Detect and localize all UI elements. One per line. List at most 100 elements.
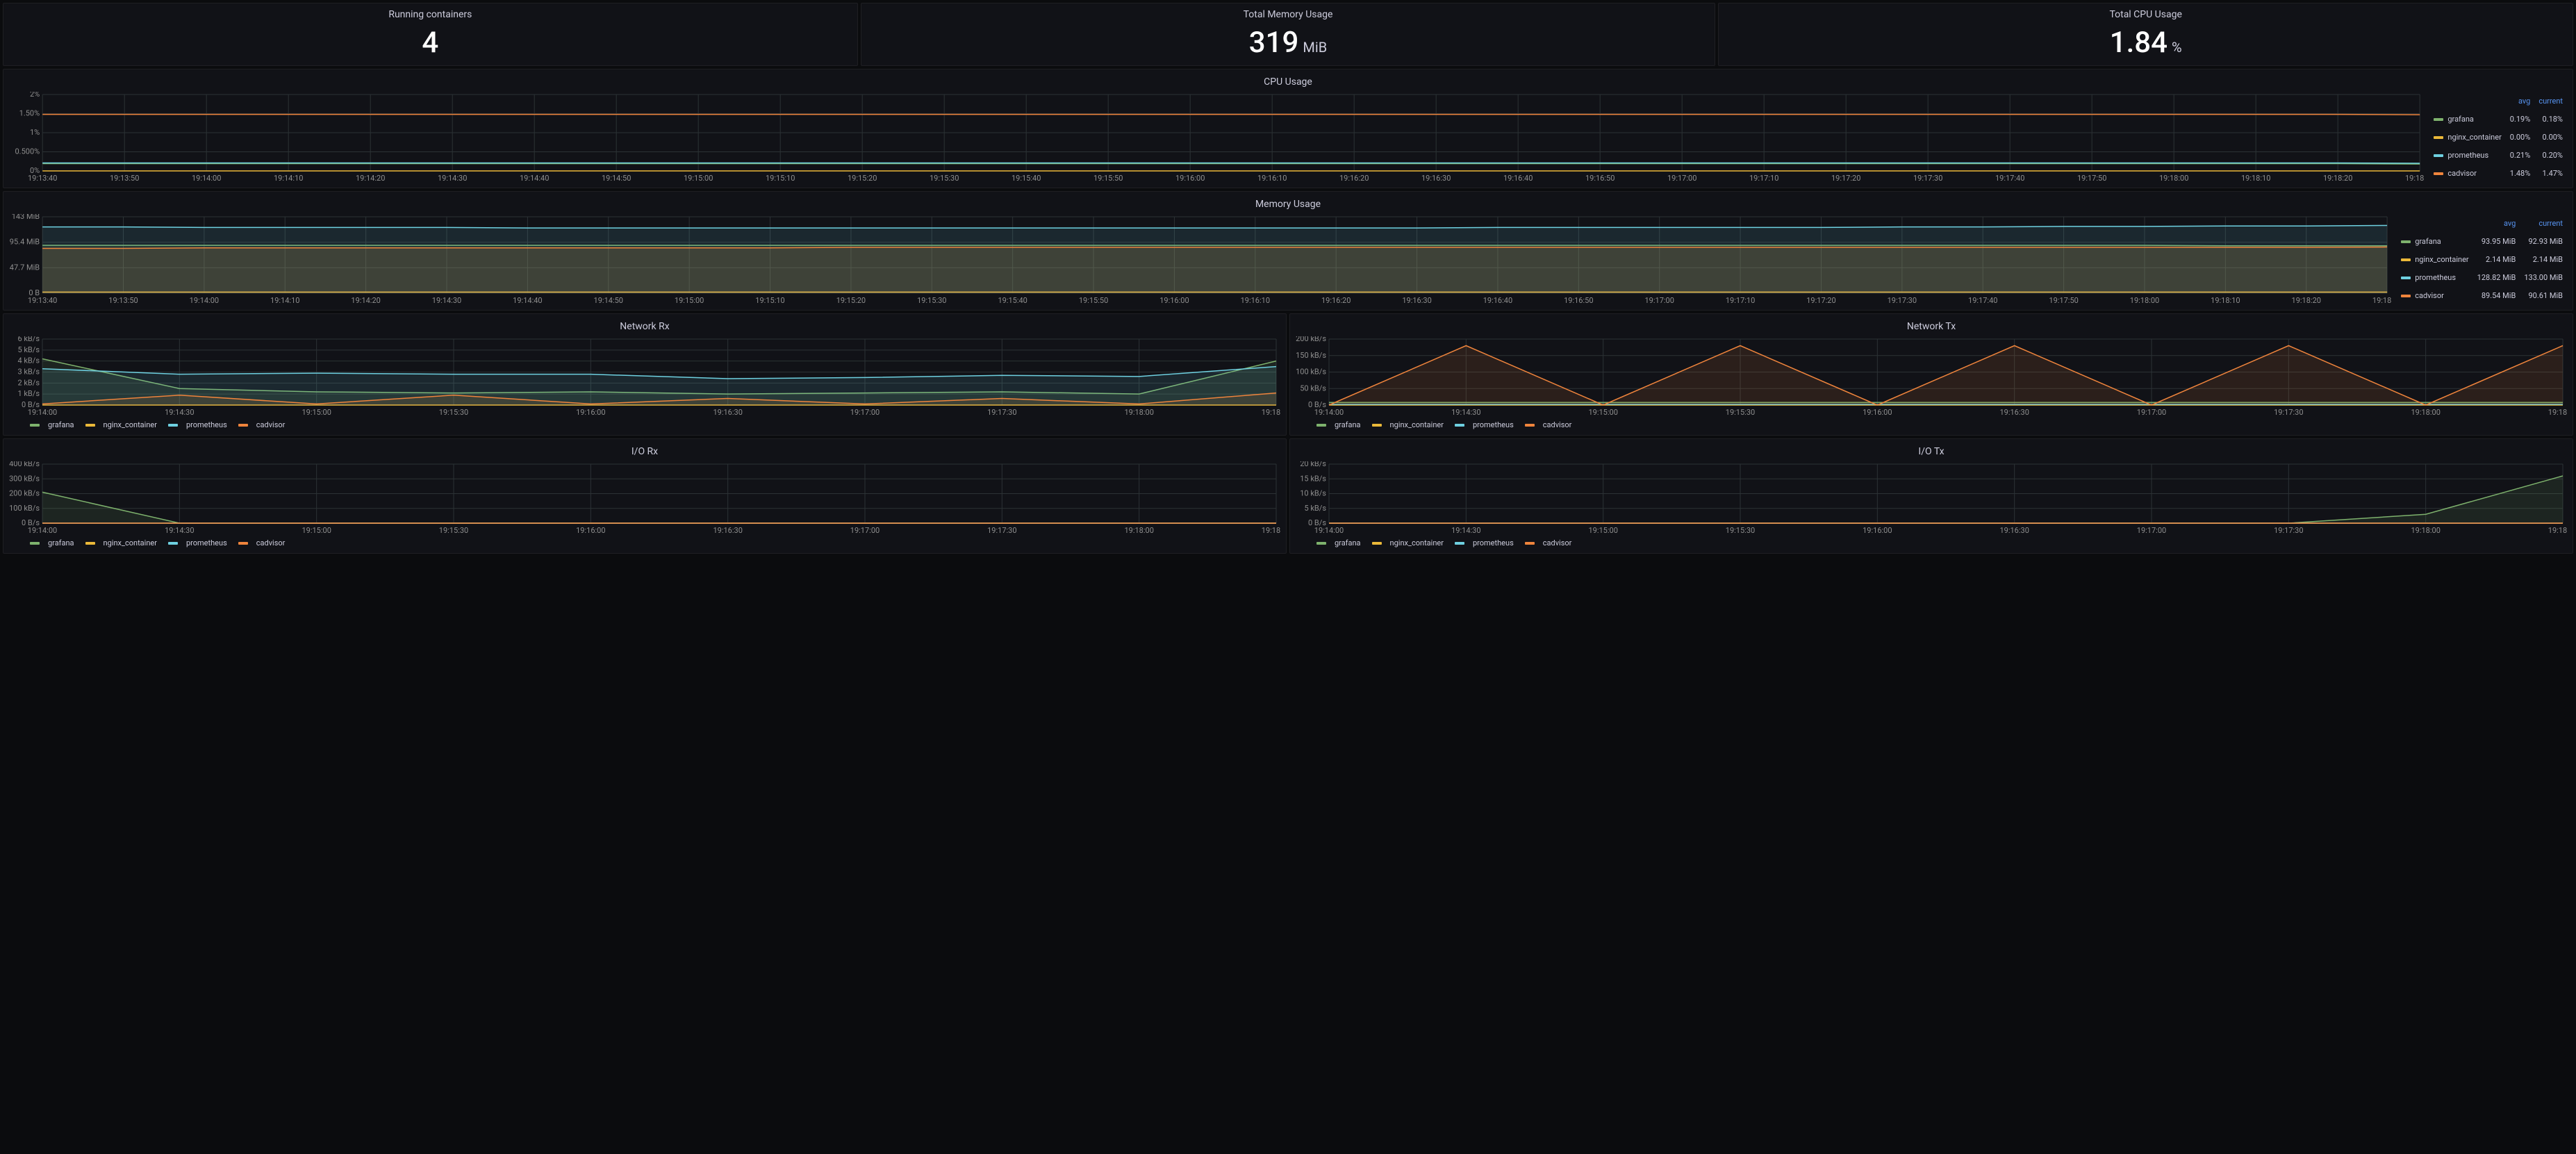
io-tx-panel[interactable]: I/O Tx 0 B/s5 kB/s10 kB/s15 kB/s20 kB/s1… xyxy=(1289,438,2573,554)
cpu-chart[interactable]: 0%0.500%1%1.50%2%19:13:4019:13:5019:14:0… xyxy=(9,92,2424,182)
svg-text:19:17:40: 19:17:40 xyxy=(1968,296,1997,304)
legend-item[interactable]: nginx_container xyxy=(85,420,157,429)
legend-header[interactable]: current xyxy=(2534,92,2567,110)
svg-text:19:18:30: 19:18:30 xyxy=(2372,296,2391,304)
legend-header[interactable]: avg xyxy=(2473,214,2520,232)
svg-text:5 kB/s: 5 kB/s xyxy=(17,345,40,354)
svg-text:19:14:40: 19:14:40 xyxy=(513,296,542,304)
svg-text:200 kB/s: 200 kB/s xyxy=(1296,336,1326,343)
svg-text:19:14:50: 19:14:50 xyxy=(594,296,623,304)
svg-text:19:18:00: 19:18:00 xyxy=(2411,408,2440,416)
svg-text:19:15:30: 19:15:30 xyxy=(917,296,946,304)
network-rx-panel[interactable]: Network Rx 0 B/s1 kB/s2 kB/s3 kB/s4 kB/s… xyxy=(3,313,1287,436)
svg-text:19:16:00: 19:16:00 xyxy=(1863,408,1892,416)
memory-usage-panel[interactable]: Memory Usage 0 B47.7 MiB95.4 MiB143 MiB1… xyxy=(3,191,2573,311)
legend-row[interactable]: grafana0.19%0.18% xyxy=(2429,110,2567,128)
legend-header[interactable]: current xyxy=(2520,214,2567,232)
legend-item[interactable]: prometheus xyxy=(1455,538,1514,547)
io-rx-legend[interactable]: grafana nginx_container prometheus cadvisor xyxy=(9,534,1280,547)
svg-text:19:16:10: 19:16:10 xyxy=(1241,296,1270,304)
legend-item[interactable]: cadvisor xyxy=(238,538,286,547)
svg-text:19:17:00: 19:17:00 xyxy=(1667,174,1696,182)
legend-item[interactable]: grafana xyxy=(1316,538,1361,547)
svg-text:19:17:00: 19:17:00 xyxy=(850,408,880,416)
legend-row[interactable]: cadvisor1.48%1.47% xyxy=(2429,164,2567,182)
legend-row[interactable]: prometheus0.21%0.20% xyxy=(2429,146,2567,164)
panel-title: Network Rx xyxy=(9,317,1280,336)
svg-text:19:15:00: 19:15:00 xyxy=(302,526,331,534)
stat-total-cpu[interactable]: Total CPU Usage 1.84% xyxy=(1718,3,2573,66)
network-rx-legend[interactable]: grafana nginx_container prometheus cadvisor xyxy=(9,416,1280,429)
svg-text:19:14:30: 19:14:30 xyxy=(165,408,194,416)
legend-header[interactable]: avg xyxy=(2506,92,2535,110)
io-tx-chart[interactable]: 0 B/s5 kB/s10 kB/s15 kB/s20 kB/s19:14:00… xyxy=(1296,461,2567,534)
svg-text:19:13:50: 19:13:50 xyxy=(110,174,139,182)
network-tx-legend[interactable]: grafana nginx_container prometheus cadvisor xyxy=(1296,416,2567,429)
legend-item[interactable]: grafana xyxy=(1316,420,1361,429)
stat-unit: MiB xyxy=(1303,39,1327,56)
svg-text:19:14:30: 19:14:30 xyxy=(438,174,467,182)
svg-text:19:17:00: 19:17:00 xyxy=(2137,408,2166,416)
stat-running-containers[interactable]: Running containers 4 xyxy=(3,3,858,66)
legend-row[interactable]: prometheus128.82 MiB133.00 MiB xyxy=(2397,268,2567,286)
io-rx-chart[interactable]: 0 B/s100 kB/s200 kB/s300 kB/s400 kB/s19:… xyxy=(9,461,1280,534)
legend-item[interactable]: prometheus xyxy=(168,538,227,547)
svg-text:143 MiB: 143 MiB xyxy=(12,214,40,221)
legend-item[interactable]: prometheus xyxy=(168,420,227,429)
svg-text:19:18:00: 19:18:00 xyxy=(2130,296,2159,304)
svg-text:19:15:00: 19:15:00 xyxy=(675,296,704,304)
svg-text:19:15:20: 19:15:20 xyxy=(836,296,866,304)
svg-text:19:16:40: 19:16:40 xyxy=(1503,174,1533,182)
svg-text:19:14:30: 19:14:30 xyxy=(165,526,194,534)
panel-title: CPU Usage xyxy=(9,72,2567,92)
network-rx-chart[interactable]: 0 B/s1 kB/s2 kB/s3 kB/s4 kB/s5 kB/s6 kB/… xyxy=(9,336,1280,416)
panel-title: Memory Usage xyxy=(9,195,2567,214)
legend-item[interactable]: cadvisor xyxy=(1525,538,1572,547)
svg-text:19:15:30: 19:15:30 xyxy=(1726,526,1755,534)
network-tx-panel[interactable]: Network Tx 0 B/s50 kB/s100 kB/s150 kB/s2… xyxy=(1289,313,2573,436)
svg-text:19:15:00: 19:15:00 xyxy=(1588,408,1617,416)
svg-text:19:13:40: 19:13:40 xyxy=(28,296,57,304)
cpu-usage-panel[interactable]: CPU Usage 0%0.500%1%1.50%2%19:13:4019:13… xyxy=(3,69,2573,188)
legend-row[interactable]: cadvisor89.54 MiB90.61 MiB xyxy=(2397,286,2567,304)
legend-item[interactable]: nginx_container xyxy=(1372,420,1444,429)
legend-row[interactable]: nginx_container2.14 MiB2.14 MiB xyxy=(2397,250,2567,268)
legend-row[interactable]: nginx_container0.00%0.00% xyxy=(2429,128,2567,146)
stat-value: 1.84 xyxy=(2110,26,2168,60)
svg-text:1 kB/s: 1 kB/s xyxy=(17,389,40,398)
svg-text:19:13:50: 19:13:50 xyxy=(108,296,138,304)
svg-text:19:14:00: 19:14:00 xyxy=(192,174,221,182)
svg-text:19:16:30: 19:16:30 xyxy=(1402,296,1431,304)
svg-text:19:18:00: 19:18:00 xyxy=(2159,174,2188,182)
memory-chart[interactable]: 0 B47.7 MiB95.4 MiB143 MiB19:13:4019:13:… xyxy=(9,214,2391,304)
io-rx-panel[interactable]: I/O Rx 0 B/s100 kB/s200 kB/s300 kB/s400 … xyxy=(3,438,1287,554)
cpu-legend[interactable]: avgcurrentgrafana0.19%0.18%nginx_contain… xyxy=(2429,92,2567,182)
svg-text:19:14:00: 19:14:00 xyxy=(28,408,57,416)
svg-text:19:14:00: 19:14:00 xyxy=(28,526,57,534)
legend-item[interactable]: cadvisor xyxy=(1525,420,1572,429)
legend-item[interactable]: nginx_container xyxy=(85,538,157,547)
legend-item[interactable]: grafana xyxy=(30,538,74,547)
panel-title: I/O Rx xyxy=(9,442,1280,461)
svg-text:19:14:00: 19:14:00 xyxy=(190,296,219,304)
stat-title: Total Memory Usage xyxy=(867,9,1710,20)
stat-total-memory[interactable]: Total Memory Usage 319MiB xyxy=(861,3,1716,66)
svg-text:19:17:50: 19:17:50 xyxy=(2077,174,2106,182)
svg-text:19:16:00: 19:16:00 xyxy=(576,408,605,416)
legend-item[interactable]: cadvisor xyxy=(238,420,286,429)
svg-text:19:15:30: 19:15:30 xyxy=(439,408,468,416)
legend-item[interactable]: grafana xyxy=(30,420,74,429)
legend-row[interactable]: grafana93.95 MiB92.93 MiB xyxy=(2397,232,2567,250)
network-tx-chart[interactable]: 0 B/s50 kB/s100 kB/s150 kB/s200 kB/s19:1… xyxy=(1296,336,2567,416)
svg-text:19:17:30: 19:17:30 xyxy=(987,408,1016,416)
legend-item[interactable]: prometheus xyxy=(1455,420,1514,429)
legend-item[interactable]: nginx_container xyxy=(1372,538,1444,547)
svg-text:19:15:30: 19:15:30 xyxy=(930,174,959,182)
svg-text:2%: 2% xyxy=(30,92,40,99)
svg-text:19:16:50: 19:16:50 xyxy=(1585,174,1615,182)
svg-text:19:14:40: 19:14:40 xyxy=(520,174,549,182)
memory-legend[interactable]: avgcurrentgrafana93.95 MiB92.93 MiBnginx… xyxy=(2397,214,2567,304)
svg-text:19:17:10: 19:17:10 xyxy=(1749,174,1778,182)
io-tx-legend[interactable]: grafana nginx_container prometheus cadvisor xyxy=(1296,534,2567,547)
svg-text:19:15:40: 19:15:40 xyxy=(1012,174,1041,182)
